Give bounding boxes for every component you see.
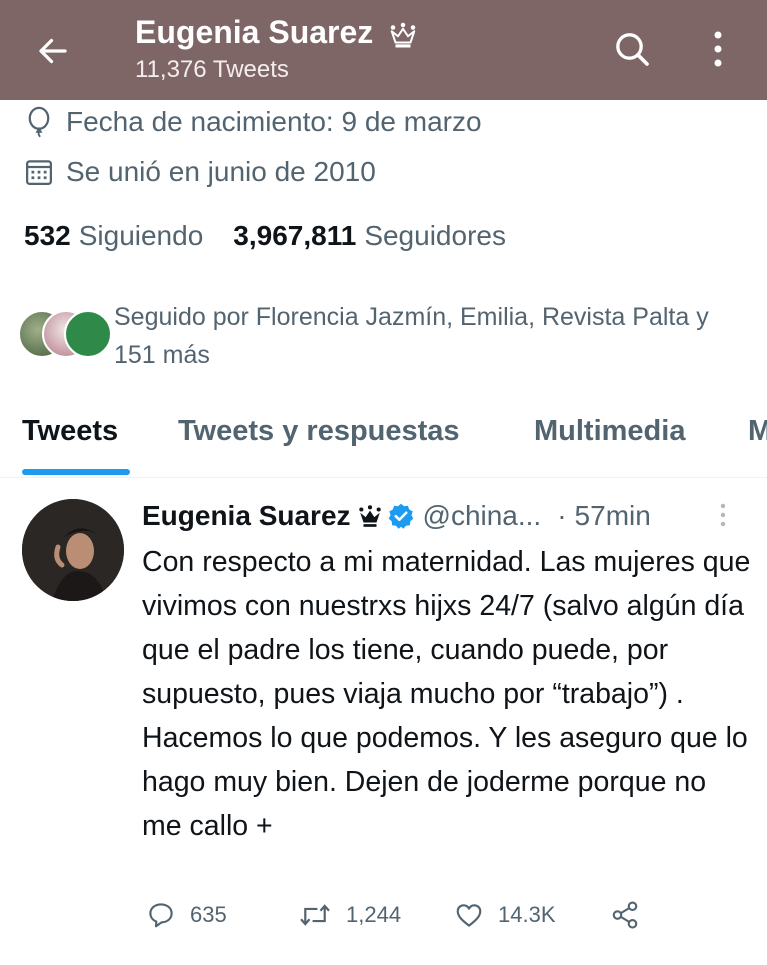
reply-button[interactable]: 635	[146, 900, 227, 930]
search-button[interactable]	[609, 26, 655, 72]
followers-label: Seguidores	[364, 220, 506, 251]
calendar-icon	[26, 160, 52, 185]
joined-row: Se unió en junio de 2010	[24, 156, 376, 188]
tweet-author-name[interactable]: Eugenia Suarez	[142, 500, 351, 532]
verified-badge-icon	[388, 503, 413, 529]
following-count: 532	[24, 220, 71, 251]
retweet-count: 1,244	[346, 902, 402, 927]
birthdate-row: Fecha de nacimiento: 9 de marzo	[24, 106, 482, 138]
active-tab-indicator	[22, 469, 130, 475]
tab-tweets[interactable]: Tweets	[22, 415, 118, 448]
share-icon	[612, 901, 638, 929]
share-button[interactable]	[610, 900, 640, 930]
retweet-icon	[300, 904, 330, 926]
tweet-author-handle[interactable]: @china...	[423, 500, 542, 532]
reply-count: 635	[190, 902, 227, 927]
profile-tabs: Tweets Tweets y respuestas Multimedia M	[0, 405, 767, 478]
follow-stats: 532 Siguiendo 3,967,811 Seguidores	[24, 220, 506, 252]
balloon-icon	[28, 106, 50, 138]
like-button[interactable]: 14.3K	[454, 900, 556, 930]
followers-link[interactable]: 3,967,811 Seguidores	[233, 220, 506, 252]
header-name: Eugenia Suarez	[135, 14, 374, 50]
tweet-count: 11,376 Tweets	[135, 56, 289, 83]
follower-avatar	[64, 310, 112, 358]
tweet-card[interactable]: Eugenia Suarez @china... · 57min Con res…	[0, 478, 767, 965]
header-title: Eugenia Suarez	[135, 14, 418, 51]
back-button[interactable]	[30, 28, 76, 74]
reply-icon	[149, 903, 173, 928]
tweet-actions: 635 1,244 14.3K	[142, 900, 702, 940]
search-icon	[616, 33, 649, 66]
tweet-header: Eugenia Suarez @china... · 57min	[142, 500, 651, 532]
more-vertical-icon	[720, 503, 726, 527]
more-options-button[interactable]	[698, 26, 738, 72]
avatar-photo	[22, 499, 124, 601]
more-vertical-icon	[714, 31, 722, 67]
tweet-more-button[interactable]	[718, 502, 728, 533]
followed-by-section[interactable]: Seguido por Florencia Jazmín, Emilia, Re…	[18, 298, 758, 378]
following-label: Siguiendo	[78, 220, 204, 251]
crown-icon	[390, 22, 416, 48]
profile-header-bar: Eugenia Suarez 11,376 Tweets	[0, 0, 767, 100]
tab-media[interactable]: Multimedia	[534, 415, 685, 448]
tweet-avatar[interactable]	[22, 499, 124, 601]
followers-you-know-avatars	[18, 310, 112, 358]
followers-count: 3,967,811	[233, 220, 357, 251]
header-separator: ·	[557, 500, 567, 531]
heart-icon	[456, 904, 482, 927]
joined-text: Se unió en junio de 2010	[66, 156, 376, 187]
followed-by-text: Seguido por Florencia Jazmín, Emilia, Re…	[114, 303, 709, 369]
crown-icon	[358, 505, 381, 527]
tab-tweets-and-replies[interactable]: Tweets y respuestas	[178, 415, 460, 448]
like-count: 14.3K	[498, 902, 556, 927]
back-arrow-icon	[39, 38, 67, 64]
tab-likes-partial[interactable]: M	[748, 415, 767, 448]
following-link[interactable]: 532 Siguiendo	[24, 220, 203, 252]
tweet-timestamp[interactable]: 57min	[575, 500, 651, 532]
birthdate-text: Fecha de nacimiento: 9 de marzo	[66, 106, 482, 137]
tweet-text: Con respecto a mi maternidad. Las mujere…	[142, 546, 751, 842]
retweet-button[interactable]: 1,244	[298, 900, 401, 930]
